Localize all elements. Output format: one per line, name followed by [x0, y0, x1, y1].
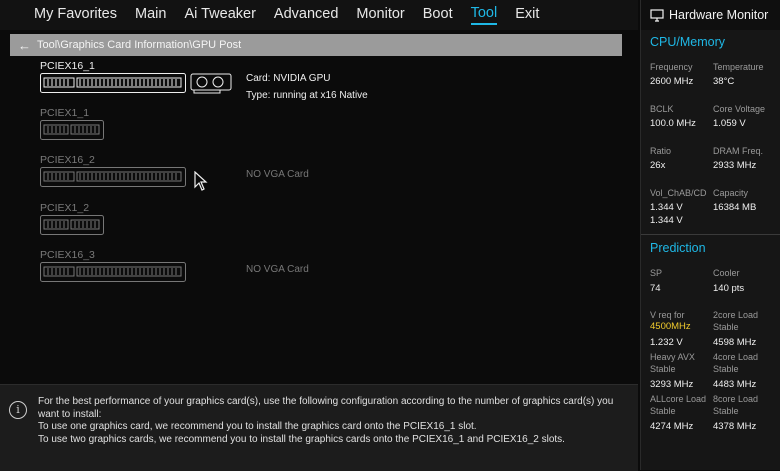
sp-value: 74: [650, 283, 661, 294]
menu-boot[interactable]: Boot: [423, 6, 453, 24]
menu-my-favorites[interactable]: My Favorites: [34, 6, 117, 24]
menu-main[interactable]: Main: [135, 6, 166, 24]
pcie-x1-slot-icon: [40, 120, 104, 140]
prediction-title: Prediction: [650, 241, 706, 255]
slot-label-pciex16-1: PCIEX16_1: [40, 60, 95, 72]
slot-status-pciex16-3: NO VGA Card: [246, 264, 309, 275]
breadcrumb: ← Tool\Graphics Card Information\GPU Pos…: [10, 34, 622, 56]
2core-stable-label: Stable: [713, 322, 739, 332]
hardware-monitor-panel: Hardware Monitor CPU/Memory Frequency Te…: [640, 0, 780, 470]
pcie-x16-slot-icon: [40, 262, 186, 282]
pcie-x1-slot-icon: [40, 215, 104, 235]
4core-load-value: 4483 MHz: [713, 379, 757, 390]
slot-status-pciex16-2: NO VGA Card: [246, 169, 309, 180]
4core-stable-label: Stable: [713, 364, 739, 374]
capacity-value: 16384 MB: [713, 202, 757, 213]
allcore-stable-label: Stable: [650, 406, 676, 416]
8core-load-label: 8core Load: [713, 394, 759, 404]
core-voltage-label: Core Voltage: [713, 104, 766, 114]
bclk-value: 100.0 MHz: [650, 118, 696, 129]
slot-label-pciex16-3: PCIEX16_3: [40, 249, 95, 261]
help-line: For the best performance of your graphic…: [38, 396, 614, 407]
menu-monitor[interactable]: Monitor: [356, 6, 404, 24]
2core-load-value: 4598 MHz: [713, 337, 757, 348]
help-line: To use two graphics cards, we recommend …: [38, 433, 565, 445]
gpu-card-icon: [190, 73, 232, 94]
core-voltage-value: 1.059 V: [713, 118, 746, 129]
capacity-label: Capacity: [713, 188, 749, 198]
info-icon: i: [9, 401, 27, 419]
slot-label-pciex1-2: PCIEX1_2: [40, 202, 90, 214]
heavy-avx-stable-label: Stable: [650, 364, 676, 374]
help-info-bar: i For the best performance of your graph…: [0, 384, 638, 471]
8core-stable-label: Stable: [713, 406, 739, 416]
8core-load-value: 4378 MHz: [713, 421, 757, 432]
4core-load-label: 4core Load: [713, 352, 759, 362]
sp-label: SP: [650, 268, 663, 278]
menu-tool[interactable]: Tool: [470, 5, 498, 25]
cpu-memory-title: CPU/Memory: [650, 35, 726, 49]
pcie-x16-slot-icon: [40, 167, 186, 187]
gpu-card-name: Card: NVIDIA GPU: [246, 73, 331, 84]
dram-freq-label: DRAM Freq.: [713, 146, 764, 156]
help-text: For the best performance of your graphic…: [38, 396, 628, 446]
gpu-info: Card: NVIDIA GPU Type: running at x16 Na…: [246, 70, 368, 104]
breadcrumb-path: Tool\Graphics Card Information\GPU Post: [37, 39, 242, 51]
vreq-value: 1.232 V: [650, 337, 683, 348]
pcie-x16-slot-icon: [40, 73, 186, 93]
vol-chab-cd-label: Vol_ChAB/CD: [650, 188, 707, 198]
cooler-value: 140 pts: [713, 283, 745, 294]
monitor-icon: [650, 8, 664, 22]
help-line: want to install:: [38, 408, 102, 420]
slot-label-pciex1-1: PCIEX1_1: [40, 107, 90, 119]
vol-chcd-value: 1.344 V: [650, 215, 683, 226]
slot-label-pciex16-2: PCIEX16_2: [40, 154, 95, 166]
hardware-monitor-title: Hardware Monitor: [669, 8, 769, 22]
hardware-monitor-header: Hardware Monitor: [641, 0, 780, 30]
vol-chab-value: 1.344 V: [650, 202, 683, 213]
vreq-label: V req for: [650, 310, 685, 320]
gpu-link-type: Type: running at x16 Native: [246, 90, 368, 101]
bclk-label: BCLK: [650, 104, 674, 114]
heavy-avx-value: 3293 MHz: [650, 379, 694, 390]
cooler-label: Cooler: [713, 268, 740, 278]
dram-freq-value: 2933 MHz: [713, 160, 757, 171]
help-line: To use one graphics card, we recommend y…: [38, 421, 477, 432]
heavy-avx-label: Heavy AVX: [650, 352, 695, 362]
menu-advanced[interactable]: Advanced: [274, 6, 339, 24]
mouse-cursor-icon: [194, 171, 208, 191]
frequency-value: 2600 MHz: [650, 76, 694, 87]
top-menu-bar: My Favorites Main Ai Tweaker Advanced Mo…: [0, 0, 638, 30]
allcore-load-label: ALLcore Load: [650, 394, 707, 404]
frequency-label: Frequency: [650, 62, 693, 72]
vreq-frequency: 4500MHz: [650, 321, 691, 332]
menu-ai-tweaker[interactable]: Ai Tweaker: [184, 6, 255, 24]
monitor-divider: [641, 234, 780, 235]
temperature-label: Temperature: [713, 62, 764, 72]
allcore-load-value: 4274 MHz: [650, 421, 694, 432]
menu-exit[interactable]: Exit: [515, 6, 539, 24]
back-arrow-icon[interactable]: ←: [18, 38, 31, 53]
2core-load-label: 2core Load: [713, 310, 759, 320]
ratio-value: 26x: [650, 160, 666, 171]
ratio-label: Ratio: [650, 146, 672, 156]
temperature-value: 38°C: [713, 76, 735, 87]
